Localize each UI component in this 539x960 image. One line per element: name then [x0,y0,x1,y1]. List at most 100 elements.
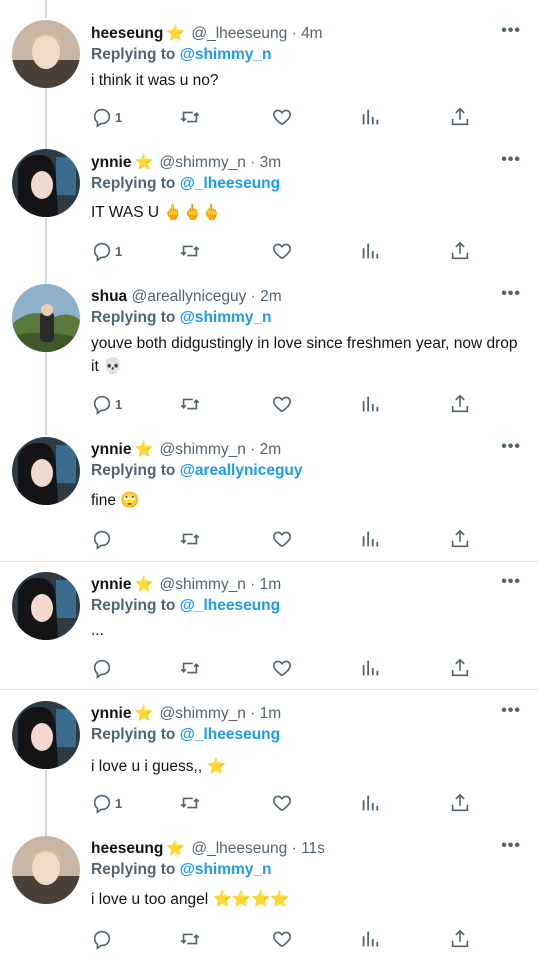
display-name[interactable]: ynnie [91,154,131,171]
handle[interactable]: @areallyniceguy [132,288,247,305]
reply-button[interactable]: 1 [91,105,122,129]
tweet[interactable]: ynnie ⭐ @shimmy_n · 3m ••• Replying to @_… [0,149,539,263]
share-button[interactable] [449,392,471,416]
avatar[interactable] [12,836,80,904]
timestamp[interactable]: 4m [301,25,323,42]
display-name[interactable]: shua [91,288,127,305]
reply-button[interactable]: 1 [91,239,122,263]
display-name[interactable]: ynnie [91,441,131,458]
mention-link[interactable]: @shimmy_n [180,46,272,63]
avatar[interactable] [12,284,80,352]
like-button[interactable] [271,239,293,263]
share-button[interactable] [449,527,471,551]
reply-button[interactable] [91,927,115,951]
like-button[interactable] [271,927,293,951]
reply-count: 1 [115,109,123,125]
retweet-button[interactable] [179,392,201,416]
divider [0,561,539,562]
mention-link[interactable]: @_lheeseung [180,175,280,192]
display-name[interactable]: heeseung [91,840,163,857]
share-button[interactable] [449,656,471,680]
share-icon [451,241,469,260]
like-button[interactable] [271,527,293,551]
retweet-button[interactable] [179,105,201,129]
handle[interactable]: @_lheeseung [191,840,287,857]
mention-link[interactable]: @shimmy_n [180,861,272,878]
more-icon[interactable]: ••• [501,22,521,40]
mention-link[interactable]: @areallyniceguy [180,462,303,479]
stats-button[interactable] [359,791,381,815]
handle[interactable]: @shimmy_n [159,441,245,458]
stats-button[interactable] [359,656,381,680]
share-icon [451,107,469,126]
mention-link[interactable]: @_lheeseung [180,597,280,614]
handle[interactable]: @shimmy_n [159,154,245,171]
timestamp[interactable]: 3m [260,154,282,171]
like-icon [273,396,291,413]
tweet[interactable]: heeseung ⭐ @_lheeseung · 4m ••• Replying … [0,20,539,134]
tweet[interactable]: shua @areallyniceguy · 2m ••• Replying t… [0,284,539,417]
like-button[interactable] [271,392,293,416]
avatar[interactable] [12,149,80,217]
display-name[interactable]: ynnie [91,705,131,722]
stats-button[interactable] [359,927,381,951]
stats-button[interactable] [359,392,381,416]
stats-icon [362,660,379,676]
stats-button[interactable] [359,239,381,263]
timestamp[interactable]: 2m [260,288,282,305]
more-icon[interactable]: ••• [501,438,521,456]
separator-dot: · [250,154,256,171]
tweet[interactable]: ynnie ⭐ @shimmy_n · 1m ••• Replying to @_… [0,701,539,815]
display-name[interactable]: heeseung [91,25,163,42]
reply-icon [93,395,111,415]
reply-icon [93,794,111,814]
handle[interactable]: @shimmy_n [159,576,245,593]
mention-link[interactable]: @_lheeseung [180,726,280,743]
timestamp[interactable]: 2m [260,441,282,458]
share-button[interactable] [449,105,471,129]
stats-icon [362,531,379,547]
more-icon[interactable]: ••• [501,573,521,591]
mention-link[interactable]: @shimmy_n [180,309,272,326]
more-icon[interactable]: ••• [501,837,521,855]
timestamp[interactable]: 1m [260,576,282,593]
retweet-button[interactable] [179,239,201,263]
avatar[interactable] [12,572,80,640]
retweet-button[interactable] [179,791,201,815]
timestamp[interactable]: 11s [301,840,325,857]
more-icon[interactable]: ••• [501,151,521,169]
reply-button[interactable] [91,527,115,551]
like-button[interactable] [271,105,293,129]
reply-icon [93,659,111,679]
stats-button[interactable] [359,527,381,551]
share-icon [451,658,469,677]
separator-dot: · [250,441,256,458]
share-button[interactable] [449,239,471,263]
action-bar: 1 [91,105,491,129]
reply-icon [93,108,111,128]
handle[interactable]: @_lheeseung [191,25,287,42]
reply-button[interactable]: 1 [91,791,122,815]
tweet[interactable]: ynnie ⭐ @shimmy_n · 2m ••• Replying to @a… [0,437,539,551]
reply-button[interactable] [91,656,115,680]
retweet-button[interactable] [179,527,201,551]
display-name[interactable]: ynnie [91,576,131,593]
timestamp[interactable]: 1m [260,705,282,722]
tweet[interactable]: ynnie ⭐ @shimmy_n · 1m ••• Replying to @_… [0,572,539,680]
share-button[interactable] [449,791,471,815]
more-icon[interactable]: ••• [501,285,521,303]
tweet[interactable]: heeseung ⭐ @_lheeseung · 11s ••• Replying… [0,836,539,951]
more-icon[interactable]: ••• [501,702,521,720]
share-button[interactable] [449,927,471,951]
avatar[interactable] [12,437,80,505]
reply-button[interactable]: 1 [91,392,122,416]
avatar[interactable] [12,20,80,88]
retweet-button[interactable] [179,927,201,951]
avatar[interactable] [12,701,80,769]
retweet-button[interactable] [179,656,201,680]
like-button[interactable] [271,656,293,680]
handle[interactable]: @shimmy_n [159,705,245,722]
like-button[interactable] [271,791,293,815]
stats-button[interactable] [359,105,381,129]
retweet-icon [180,111,200,123]
